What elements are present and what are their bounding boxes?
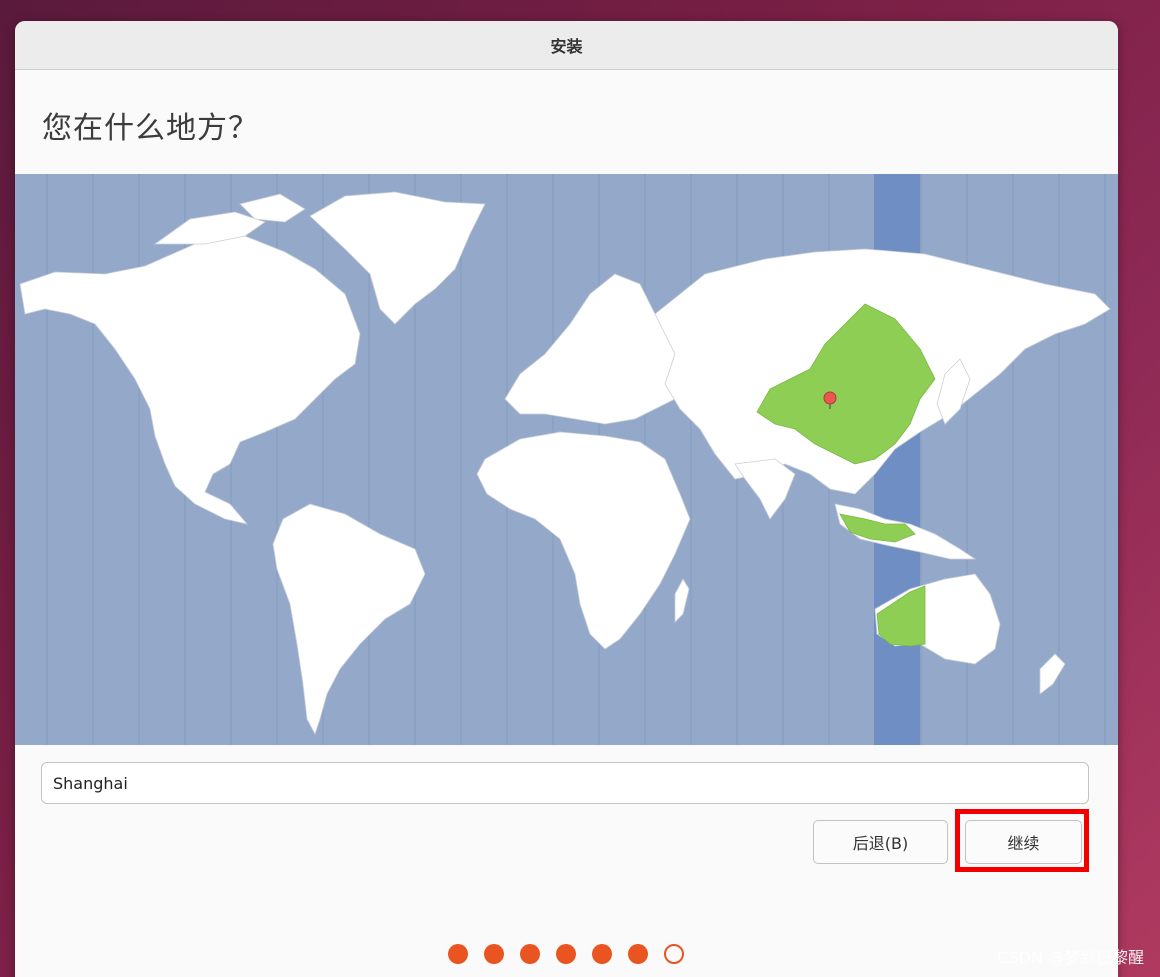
watermark: CSDN @梦到巴黎醒 (997, 948, 1144, 967)
landmasses (19, 191, 1111, 736)
progress-indicator (448, 944, 684, 964)
progress-step (628, 944, 648, 964)
timezone-search-input[interactable] (41, 762, 1089, 804)
progress-step-current (664, 944, 684, 964)
progress-step (448, 944, 468, 964)
continue-button[interactable]: 继续 (965, 820, 1082, 864)
window-title: 安装 (15, 21, 1118, 70)
world-map[interactable] (15, 174, 1118, 745)
page-title: 您在什么地方？ (42, 111, 259, 146)
progress-step (520, 944, 540, 964)
timezone-map[interactable] (15, 174, 1118, 745)
installer-window: 安装 您在什么地方？ Shanghai 后退(B) 继续 (15, 21, 1118, 977)
back-button[interactable]: 后退(B) (813, 820, 948, 864)
progress-step (592, 944, 612, 964)
progress-step (484, 944, 504, 964)
progress-step (556, 944, 576, 964)
